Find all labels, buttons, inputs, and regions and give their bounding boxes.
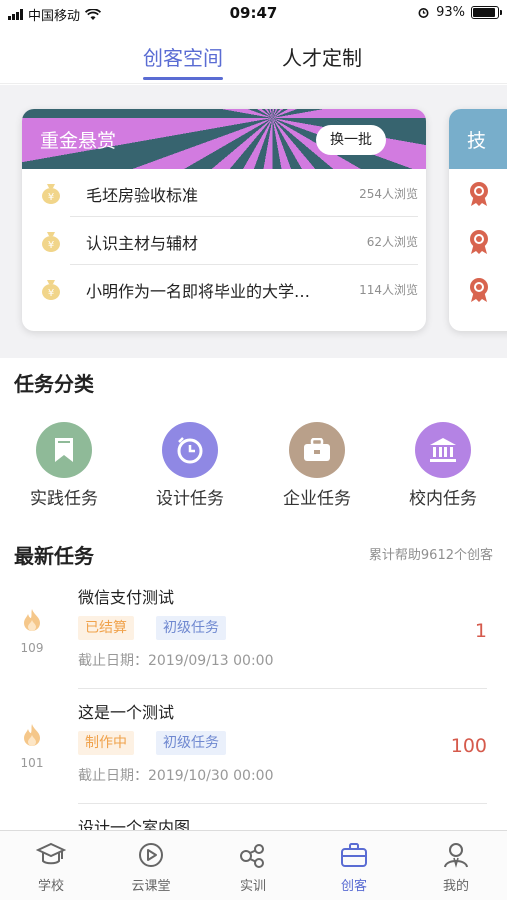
- bounty-card-title: 重金悬赏: [40, 130, 117, 152]
- money-bag-icon: ¥: [42, 280, 60, 300]
- bounty-item-views: 254人浏览: [359, 187, 418, 201]
- nav-training[interactable]: 实训: [218, 841, 288, 894]
- bounty-item-title: 小明作为一名即将毕业的大学…: [86, 282, 311, 301]
- divider: [78, 803, 487, 804]
- bounty-item-views: 114人浏览: [359, 283, 418, 297]
- svg-text:¥: ¥: [48, 192, 54, 203]
- task-hot-count: 101: [20, 756, 44, 770]
- nav-label: 实训: [239, 879, 266, 894]
- flame-icon: [24, 724, 40, 746]
- bag-icon: [341, 843, 367, 867]
- task-deadline: 截止日期：2019/09/13 00:00: [78, 653, 274, 669]
- tab-talent-custom[interactable]: 人才定制: [282, 42, 362, 71]
- nav-label: 云课堂: [131, 879, 171, 894]
- level-badge: 初级任务: [156, 616, 226, 640]
- categories-title: 任务分类: [14, 372, 94, 396]
- medal-icon: [470, 278, 488, 302]
- task-amount: 1: [474, 620, 487, 642]
- bounty-item-views: 62人浏览: [366, 235, 418, 249]
- user-icon: [444, 843, 468, 868]
- alarm-icon: [418, 8, 429, 18]
- status-bar: 中国移动 09:47 93%: [0, 0, 507, 28]
- bottom-nav: 学校 云课堂 实训 创客 我的: [0, 830, 507, 900]
- skill-card-title: 技: [467, 130, 487, 152]
- tab-maker-space[interactable]: 创客空间: [143, 42, 223, 80]
- money-bag-icon: ¥: [42, 232, 60, 252]
- task-item[interactable]: 设计一个室内图: [0, 808, 507, 830]
- money-bag-icon: ¥: [42, 184, 60, 204]
- category-enterprise[interactable]: 企业任务: [272, 422, 362, 509]
- nav-maker[interactable]: 创客: [319, 841, 389, 894]
- bounty-carousel[interactable]: 重金悬赏 换一批 ¥ 毛坯房验收标准 254人浏览 ¥ 认识主材与辅材 62人浏…: [0, 85, 507, 358]
- battery-icon: [471, 6, 502, 19]
- bounty-item-title: 毛坯房验收标准: [86, 186, 199, 205]
- task-deadline: 截止日期：2019/10/30 00:00: [78, 768, 274, 784]
- briefcase-icon: [289, 422, 345, 478]
- bounty-card: 重金悬赏 换一批 ¥ 毛坯房验收标准 254人浏览 ¥ 认识主材与辅材 62人浏…: [22, 109, 426, 331]
- bounty-item[interactable]: ¥ 毛坯房验收标准 254人浏览: [22, 169, 426, 217]
- category-label: 设计任务: [156, 489, 224, 509]
- nav-school[interactable]: 学校: [16, 841, 86, 894]
- task-title: 设计一个室内图: [78, 818, 191, 830]
- category-label: 企业任务: [283, 489, 351, 509]
- svg-text:¥: ¥: [48, 240, 54, 251]
- bounty-item[interactable]: ¥ 小明作为一名即将毕业的大学… 114人浏览: [22, 265, 426, 313]
- nav-label: 创客: [340, 879, 367, 894]
- clock-icon: [162, 422, 218, 478]
- bounty-item[interactable]: ¥ 认识主材与辅材 62人浏览: [22, 217, 426, 265]
- status-badge: 已结算: [78, 616, 134, 640]
- top-tabs: 创客空间 人才定制: [0, 28, 507, 84]
- svg-text:¥: ¥: [48, 288, 54, 299]
- school-icon: [36, 842, 66, 865]
- flame-icon: [24, 609, 40, 631]
- bank-icon: [415, 422, 471, 478]
- helped-count: 累计帮助9612个创客: [368, 548, 493, 563]
- nav-cloud-class[interactable]: 云课堂: [116, 841, 186, 894]
- task-hot-count: 109: [20, 641, 44, 655]
- refresh-button[interactable]: 换一批: [316, 125, 386, 155]
- nav-mine[interactable]: 我的: [421, 841, 491, 894]
- task-title: 这是一个测试: [78, 703, 175, 722]
- task-amount: 100: [450, 735, 487, 757]
- category-design[interactable]: 设计任务: [145, 422, 235, 509]
- task-item[interactable]: 109 微信支付测试 已结算 初级任务 截止日期：2019/09/13 00:0…: [0, 578, 507, 693]
- medal-icon: [470, 230, 488, 254]
- category-label: 实践任务: [30, 489, 98, 509]
- bookmark-icon: [36, 422, 92, 478]
- bounty-item-title: 认识主材与辅材: [86, 234, 199, 253]
- category-practice[interactable]: 实践任务: [19, 422, 109, 509]
- bounty-card-header: 重金悬赏 换一批: [22, 109, 426, 169]
- nav-label: 我的: [442, 879, 469, 894]
- divider: [78, 688, 487, 689]
- latest-title: 最新任务: [14, 544, 94, 568]
- level-badge: 初级任务: [156, 731, 226, 755]
- status-right: 93%: [417, 5, 502, 20]
- battery-percent: 93%: [436, 5, 465, 20]
- task-item[interactable]: 101 这是一个测试 制作中 初级任务 截止日期：2019/10/30 00:0…: [0, 693, 507, 808]
- skill-card[interactable]: 技: [449, 109, 507, 331]
- medal-icon: [470, 182, 488, 206]
- task-title: 微信支付测试: [78, 588, 175, 607]
- nav-label: 学校: [37, 879, 64, 894]
- category-label: 校内任务: [409, 489, 477, 509]
- training-icon: [240, 844, 264, 868]
- status-badge: 制作中: [78, 731, 134, 755]
- category-campus[interactable]: 校内任务: [398, 422, 488, 509]
- play-icon: [139, 843, 163, 867]
